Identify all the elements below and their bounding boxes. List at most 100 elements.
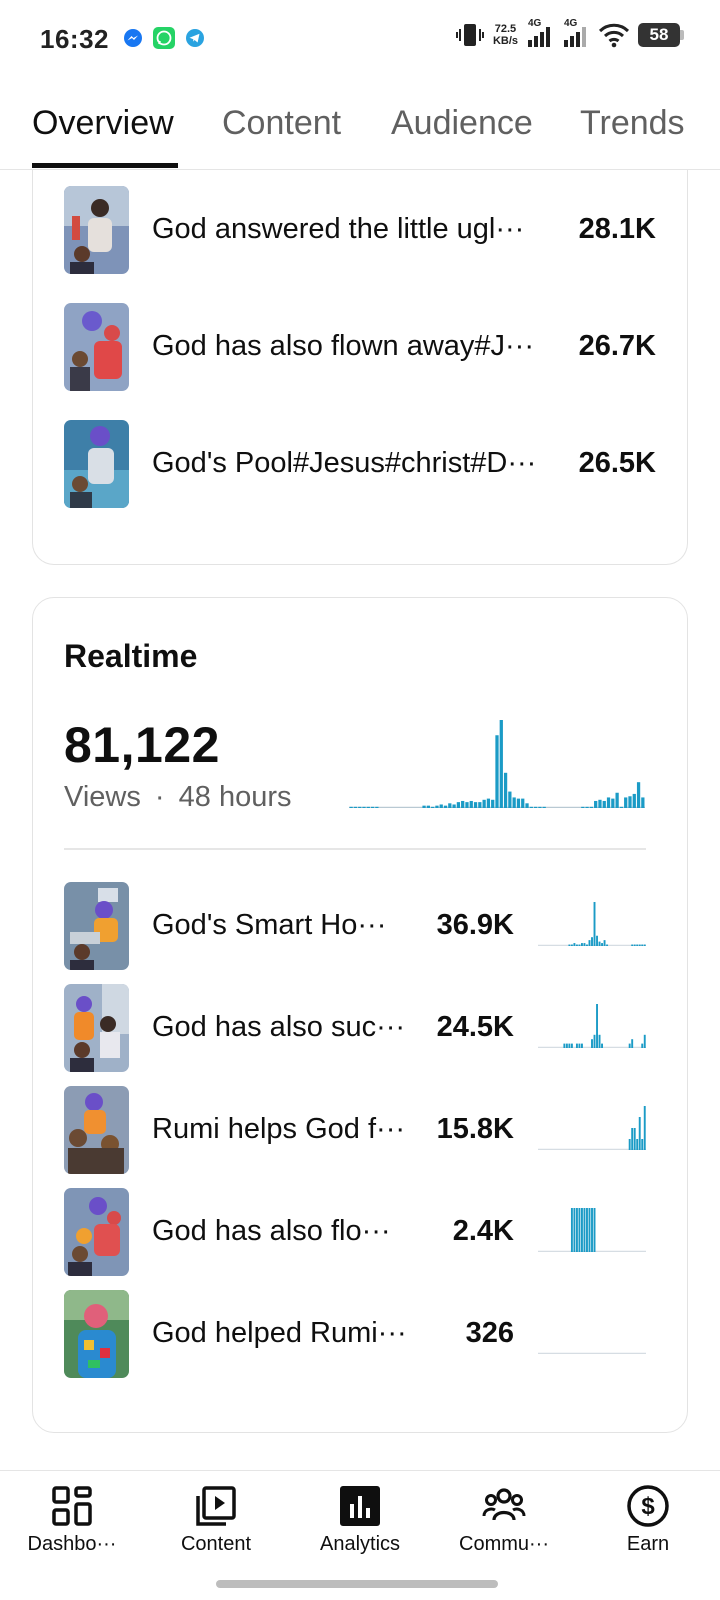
nav-community[interactable]: Commu··· (432, 1471, 576, 1571)
chart-bar (375, 806, 379, 808)
chart-bar (473, 802, 478, 808)
chart-bar (631, 1039, 634, 1048)
tab-content[interactable]: Content (222, 104, 341, 143)
chart-bar (516, 798, 521, 808)
chart-bar (443, 805, 448, 808)
divider (64, 848, 646, 850)
separator-dot: · (154, 781, 165, 813)
video-views: 28.1K (578, 213, 656, 245)
video-views: 26.7K (578, 330, 656, 362)
tab-overview[interactable]: Overview (32, 104, 174, 143)
chart-bar (512, 797, 516, 808)
chart-bar (636, 944, 639, 946)
chart-bar (641, 1139, 644, 1150)
vibrate-icon (455, 24, 484, 46)
chart-bar (435, 805, 439, 808)
video-thumbnail (64, 303, 129, 391)
nav-label: Earn (626, 1533, 670, 1555)
chart-bar (426, 805, 430, 808)
chart-bar (448, 803, 452, 808)
list-item[interactable]: Rumi helps God f··· 15.8K (64, 1086, 646, 1174)
chart-bar (370, 806, 375, 808)
list-item[interactable]: God's Smart Ho··· 36.9K (64, 882, 646, 970)
video-title: God helped Rumi··· (152, 1317, 407, 1349)
nav-content[interactable]: Content (144, 1471, 288, 1571)
chart-bar (606, 944, 609, 946)
chart-bar (491, 799, 495, 808)
realtime-card: Realtime 81,122 Views · 48 hours God's S… (32, 597, 688, 1433)
chart-bar (508, 791, 512, 808)
list-item[interactable]: God has also flo··· 2.4K (64, 1188, 646, 1276)
chart-bar (638, 944, 641, 946)
nav-label: Analytics (319, 1533, 401, 1555)
status-time: 16:32 (40, 24, 109, 54)
list-item[interactable]: God helped Rumi··· 326 (64, 1290, 646, 1378)
chart-bar (570, 1043, 573, 1048)
chart-bar (431, 806, 435, 808)
video-thumbnail (64, 420, 129, 508)
earn-icon: $ (627, 1485, 669, 1527)
chart-bar (588, 940, 591, 946)
svg-text:$: $ (641, 1493, 655, 1520)
chart-bar (366, 806, 370, 808)
video-views: 24.5K (436, 1011, 514, 1043)
chart-bar (601, 943, 603, 946)
chart-bar (591, 1208, 593, 1252)
chart-bar (601, 1043, 603, 1048)
list-item[interactable]: God has also flown away#J··· 26.7K (64, 303, 656, 391)
chart-bar (578, 1208, 581, 1252)
chart-bar (570, 944, 573, 946)
notification-icons (122, 27, 206, 49)
battery-icon: 58 (638, 23, 684, 47)
home-indicator (216, 1580, 498, 1588)
chart-bar (593, 1208, 596, 1252)
chart-bar (636, 782, 641, 808)
video-title: God answered the little ugl··· (152, 213, 525, 245)
video-thumbnail (64, 984, 129, 1072)
chart-bar (362, 806, 366, 808)
chart-bar (641, 1043, 644, 1048)
video-title: God's Pool#Jesus#christ#D··· (152, 447, 537, 479)
tab-trends[interactable]: Trends (580, 104, 685, 143)
video-thumbnail (64, 1086, 129, 1174)
chart-bar (633, 944, 636, 946)
realtime-subtitle: Views · 48 hours (64, 781, 292, 814)
tab-audience[interactable]: Audience (391, 104, 533, 143)
video-thumbnail (64, 882, 129, 970)
chart-bar (573, 1208, 576, 1252)
chart-bar (591, 937, 593, 946)
nav-earn[interactable]: $ Earn (576, 1471, 720, 1571)
chart-bar (575, 1208, 578, 1252)
nav-dashboard[interactable]: Dashbo··· (0, 1471, 144, 1571)
chart-bar (591, 1039, 593, 1048)
chart-bar (598, 941, 601, 946)
sparkline-chart (538, 1004, 646, 1048)
chart-bar (469, 800, 473, 808)
whatsapp-icon (153, 27, 175, 49)
chart-bar (643, 1106, 646, 1150)
chart-bar (538, 806, 542, 808)
realtime-views-count: 81,122 (64, 717, 220, 773)
video-thumbnail (64, 1188, 129, 1276)
chart-bar (596, 1004, 598, 1048)
chart-bar (521, 798, 525, 808)
chart-bar (643, 1034, 646, 1048)
active-tab-indicator (32, 163, 178, 168)
chart-bar (568, 1043, 571, 1048)
video-title: Rumi helps God f··· (152, 1113, 406, 1145)
nav-analytics[interactable]: Analytics (288, 1471, 432, 1571)
list-item[interactable]: God answered the little ugl··· 28.1K (64, 186, 656, 274)
chart-bar (596, 935, 598, 946)
chart-bar (638, 1117, 641, 1150)
list-item[interactable]: God's Pool#Jesus#christ#D··· 26.5K (64, 420, 656, 508)
chart-bar (615, 792, 619, 808)
video-title: God's Smart Ho··· (152, 909, 387, 941)
system-status: 72.5 KB/s 4G 4G 58 (455, 18, 684, 48)
chart-bar (529, 806, 533, 808)
list-item[interactable]: God has also suc··· 24.5K (64, 984, 646, 1072)
chart-bar (583, 943, 586, 946)
chart-bar (585, 806, 589, 808)
analytics-tabs: Overview Content Audience Trends (0, 78, 720, 170)
chart-bar (533, 806, 538, 808)
chart-bar (633, 1128, 636, 1150)
